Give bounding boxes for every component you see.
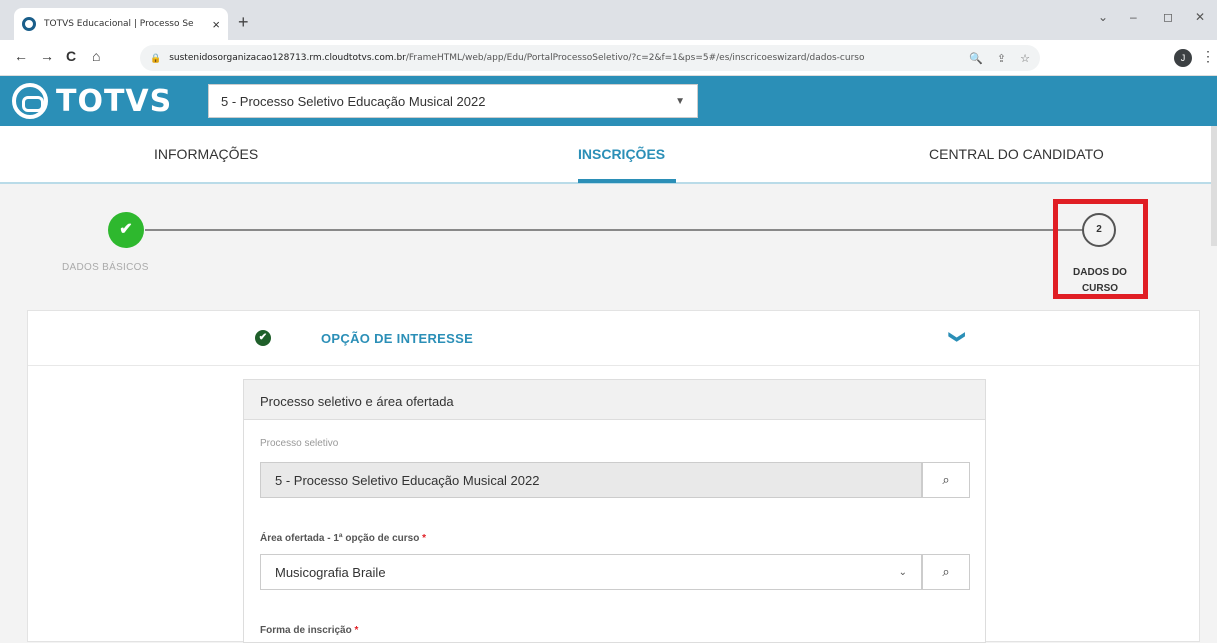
url-text: sustenidosorganizacao128713.rm.cloudtotv… [169,53,865,63]
browser-tab[interactable]: TOTVS Educacional | Processo Se × [14,8,228,40]
zoom-icon[interactable]: 🔍 [969,52,983,65]
chevron-down-icon: ▼ [675,95,685,107]
option-card: ✔ OPÇÃO DE INTERESSE ❯ Processo seletivo… [27,310,1200,643]
logo-text: TOTVS [56,83,173,119]
processo-value: 5 - Processo Seletivo Educação Musical 2… [275,472,540,488]
process-select-value: 5 - Processo Seletivo Educação Musical 2… [221,93,486,109]
reload-button[interactable]: C [66,48,76,64]
totvs-logo: TOTVS [12,83,172,119]
minimize-button[interactable]: – [1130,10,1137,24]
profile-avatar[interactable]: J [1174,49,1192,67]
new-tab-button[interactable]: + [238,12,249,33]
tab-close-icon[interactable]: × [212,17,220,32]
process-panel: Processo seletivo e área ofertada Proces… [243,379,986,643]
share-icon[interactable]: ⇪ [997,52,1006,65]
tab-informacoes[interactable]: INFORMAÇÕES [154,146,258,162]
home-button[interactable]: ⌂ [92,48,100,64]
maximize-button[interactable]: ◻ [1163,10,1173,24]
area-select[interactable]: Musicografia Braile ⌄ [260,554,922,590]
main-nav: INFORMAÇÕES INSCRIÇÕES CENTRAL DO CANDID… [0,126,1217,184]
annotation-highlight-box [1053,199,1148,299]
address-bar[interactable]: 🔒 sustenidosorganizacao128713.rm.cloudto… [140,45,1040,71]
section-title: OPÇÃO DE INTERESSE [321,331,474,346]
forward-button[interactable]: → [40,48,54,64]
processo-lookup-button[interactable]: ⌕ [922,462,970,498]
stepper-line [145,229,1097,231]
back-button[interactable]: ← [14,48,28,64]
browser-menu-icon[interactable]: ⋮ [1201,48,1215,65]
process-select[interactable]: 5 - Processo Seletivo Educação Musical 2… [208,84,698,118]
active-tab-indicator [578,179,676,183]
step-complete-check-icon[interactable]: ✔ [108,212,144,248]
browser-tab-title: TOTVS Educacional | Processo Se [44,19,194,29]
tab-search-icon[interactable]: ⌄ [1098,10,1108,24]
forma-label: Forma de inscrição * [260,625,359,636]
section-check-icon: ✔ [255,330,271,346]
chevron-down-icon[interactable]: ❯ [948,330,968,343]
step-1-label: DADOS BÁSICOS [62,262,149,273]
area-value: Musicografia Braile [275,564,386,580]
section-header[interactable]: ✔ OPÇÃO DE INTERESSE ❯ [28,311,1199,366]
browser-toolbar: ← → C ⌂ 🔒 sustenidosorganizacao128713.rm… [0,40,1217,76]
area-label: Área ofertada - 1ª opção de curso * [260,533,426,544]
area-lookup-button[interactable]: ⌕ [922,554,970,590]
totvs-logo-icon [12,83,48,119]
processo-field: 5 - Processo Seletivo Educação Musical 2… [260,462,922,498]
window-close-button[interactable]: ✕ [1195,10,1205,24]
processo-label: Processo seletivo [260,438,339,449]
app-header: TOTVS 5 - Processo Seletivo Educação Mus… [0,76,1217,126]
chevron-down-icon: ⌄ [898,566,907,578]
lock-icon: 🔒 [150,52,162,63]
panel-heading: Processo seletivo e área ofertada [244,380,985,420]
favicon-icon [22,17,36,31]
scrollbar[interactable] [1211,126,1217,246]
bookmark-star-icon[interactable]: ☆ [1020,52,1030,65]
tab-inscricoes[interactable]: INSCRIÇÕES [578,146,665,162]
browser-tab-strip: TOTVS Educacional | Processo Se × + ⌄ – … [0,0,1217,40]
tab-central-do-candidato[interactable]: CENTRAL DO CANDIDATO [929,146,1104,162]
